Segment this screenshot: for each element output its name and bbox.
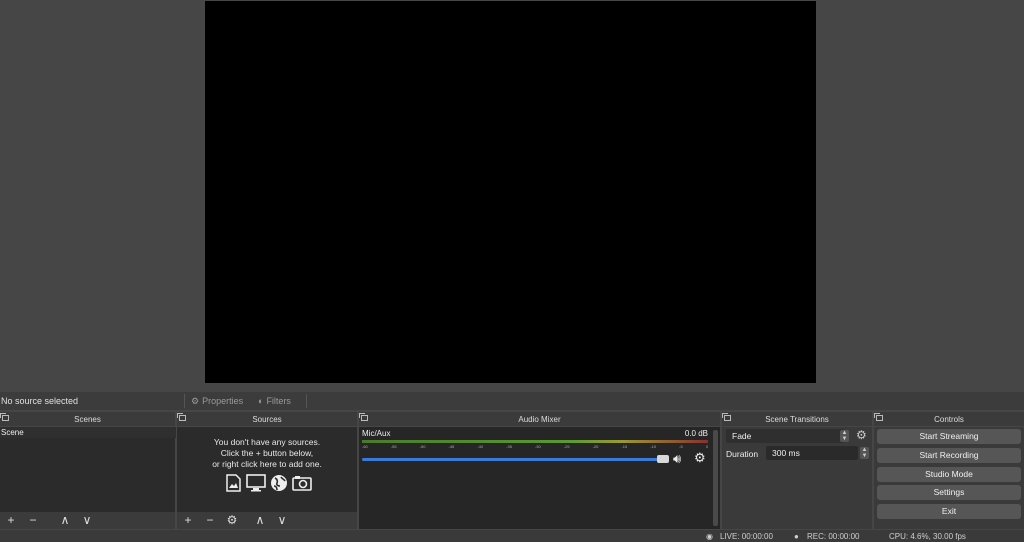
image-source-icon <box>223 474 243 492</box>
scenes-list[interactable]: Scene <box>0 427 176 512</box>
meter-tick-label: -10 <box>650 444 657 449</box>
properties-label: Properties <box>202 396 244 406</box>
mixer-level-readout: 0.0 dB <box>684 429 708 438</box>
empty-line-3: or right click here to add one. <box>212 459 322 469</box>
meter-tick-label: -45 <box>448 444 455 449</box>
meter-tick-label: -20 <box>592 444 599 449</box>
divider <box>184 394 185 408</box>
scenes-dock-title: Scenes <box>0 412 175 426</box>
move-scene-up-button[interactable]: ∧ <box>54 512 76 529</box>
start-recording-button[interactable]: Start Recording <box>877 448 1021 463</box>
browser-source-icon <box>269 474 289 492</box>
no-source-label: No source selected <box>1 396 79 406</box>
transition-select-arrows[interactable]: ▲ ▼ <box>840 430 849 442</box>
duration-input[interactable]: 300 ms <box>766 446 858 460</box>
filters-icon: ◐ <box>258 396 264 406</box>
transitions-title: Scene Transitions <box>765 414 829 424</box>
preview-canvas[interactable] <box>205 1 816 383</box>
cpu-fps-readout: CPU: 4.6%, 30.00 fps <box>889 532 966 541</box>
speaker-icon[interactable]: 🔊︎ <box>673 451 681 467</box>
exit-button[interactable]: Exit <box>877 504 1021 519</box>
meter-tick-label: -50 <box>419 444 426 449</box>
meter-tick-label: -25 <box>563 444 570 449</box>
sources-empty-message: You don't have any sources. Click the + … <box>177 437 357 470</box>
remove-scene-button[interactable]: − <box>22 512 44 529</box>
status-bar: ◉ LIVE: 00:00:00 ● REC: 00:00:00 CPU: 4.… <box>0 530 1024 542</box>
float-icon[interactable] <box>0 413 9 421</box>
meter-tick-label: -55 <box>390 444 397 449</box>
rec-timer: REC: 00:00:00 <box>807 532 860 541</box>
transition-select[interactable]: Fade <box>726 429 844 443</box>
mixer-dock-title: Audio Mixer <box>359 412 720 426</box>
source-properties-button[interactable]: ⚙ <box>221 512 243 529</box>
sources-toolbar: + − ⚙ ∧ ∨ <box>177 512 357 529</box>
display-source-icon <box>246 474 266 492</box>
context-bar: No source selected ⚙ Properties ◐ Filter… <box>0 392 1024 410</box>
scene-list-item[interactable]: Scene <box>0 427 176 438</box>
divider <box>306 394 307 408</box>
float-icon[interactable] <box>359 413 368 421</box>
float-icon[interactable] <box>177 413 186 421</box>
scenes-toolbar: + − ∧ ∨ <box>0 512 175 529</box>
controls-panel: Start Streaming Start Recording Studio M… <box>874 427 1024 529</box>
live-timer: LIVE: 00:00:00 <box>720 532 773 541</box>
meter-tick-label: -60 <box>362 444 368 449</box>
meter-tick-label: -35 <box>506 444 512 449</box>
start-streaming-button[interactable]: Start Streaming <box>877 429 1021 444</box>
audio-mixer: Mic/Aux 0.0 dB -60 -55 -50 -45 -40 -35 -30 -25 -… <box>359 427 720 529</box>
remove-source-button[interactable]: − <box>199 512 221 529</box>
scenes-title: Scenes <box>74 414 101 424</box>
meter-ticks: -60 -55 -50 -45 -40 -35 -30 -25 -20 -15 -10 -5 0 <box>362 444 708 452</box>
camera-source-icon <box>292 474 312 492</box>
meter-tick-label: 0 <box>705 444 708 449</box>
scene-transitions: Fade ▲ ▼ ⚙ Duration 300 ms ▲ ▼ <box>722 427 872 529</box>
empty-line-1: You don't have any sources. <box>213 437 321 447</box>
gear-icon[interactable]: ⚙ <box>856 428 867 442</box>
add-source-button[interactable]: + <box>177 512 199 529</box>
transitions-dock-title: Scene Transitions <box>722 412 872 426</box>
live-icon: ◉ <box>706 532 713 541</box>
empty-line-2: Click the + button below, <box>220 448 314 458</box>
meter-tick-label: -30 <box>534 444 541 449</box>
filters-button[interactable]: ◐ Filters <box>258 392 291 410</box>
float-icon[interactable] <box>722 413 731 421</box>
studio-mode-button[interactable]: Studio Mode <box>877 467 1021 482</box>
volume-slider[interactable] <box>362 458 658 461</box>
settings-button[interactable]: Settings <box>877 485 1021 500</box>
sources-title: Sources <box>252 414 282 424</box>
filters-label: Filters <box>266 396 291 406</box>
sources-dock-title: Sources <box>177 412 357 426</box>
volume-slider-handle[interactable] <box>657 455 669 463</box>
mixer-title: Audio Mixer <box>518 414 561 424</box>
mixer-scrollbar[interactable] <box>713 430 718 526</box>
sources-list[interactable]: You don't have any sources. Click the + … <box>177 427 357 512</box>
mixer-track-name: Mic/Aux <box>362 429 391 438</box>
move-source-up-button[interactable]: ∧ <box>249 512 271 529</box>
duration-stepper[interactable]: ▲ ▼ <box>860 447 869 459</box>
controls-title: Controls <box>934 414 964 424</box>
gear-icon[interactable]: ⚙ <box>694 450 706 466</box>
volume-meter <box>362 440 708 443</box>
rec-icon: ● <box>794 532 799 541</box>
float-icon[interactable] <box>874 413 883 421</box>
add-scene-button[interactable]: + <box>0 512 22 529</box>
meter-tick-label: -40 <box>477 444 484 449</box>
gear-icon: ⚙ <box>191 395 200 406</box>
move-source-down-button[interactable]: ∨ <box>271 512 293 529</box>
meter-tick-label: -15 <box>621 444 628 449</box>
controls-dock-title: Controls <box>874 412 1024 426</box>
properties-button[interactable]: ⚙ Properties <box>191 392 243 410</box>
duration-label: Duration <box>726 449 759 459</box>
move-scene-down-button[interactable]: ∨ <box>76 512 98 529</box>
